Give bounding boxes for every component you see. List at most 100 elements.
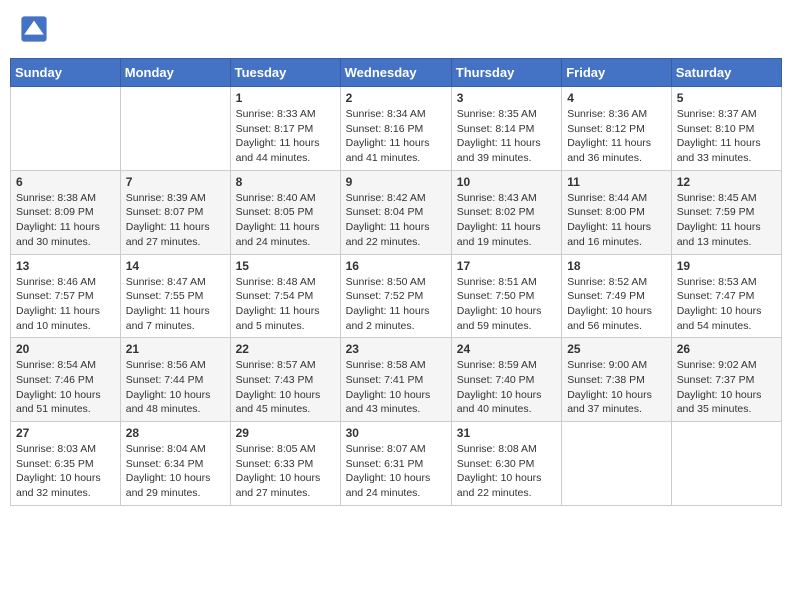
calendar-cell: 8 Sunrise: 8:40 AM Sunset: 8:05 PM Daylig…	[230, 170, 340, 254]
calendar-cell: 23 Sunrise: 8:58 AM Sunset: 7:41 PM Dayli…	[340, 338, 451, 422]
day-info: Sunrise: 8:59 AM Sunset: 7:40 PM Dayligh…	[457, 358, 556, 417]
calendar-cell: 3Sunrise: 8:35 AM Sunset: 8:14 PM Daylig…	[451, 87, 561, 171]
day-info: Sunrise: 8:54 AM Sunset: 7:46 PM Dayligh…	[16, 358, 115, 417]
calendar-cell: 1 Sunrise: 8:33 AM Sunset: 8:17 PM Daylig…	[230, 87, 340, 171]
calendar-cell: 18 Sunrise: 8:52 AM Sunset: 7:49 PM Dayli…	[562, 254, 672, 338]
calendar-cell: 15Sunrise: 8:48 AM Sunset: 7:54 PM Dayli…	[230, 254, 340, 338]
calendar-cell: 5 Sunrise: 8:37 AM Sunset: 8:10 PM Daylig…	[671, 87, 781, 171]
calendar-week-5: 27 Sunrise: 8:03 AM Sunset: 6:35 PM Dayli…	[11, 422, 782, 506]
calendar-cell: 27 Sunrise: 8:03 AM Sunset: 6:35 PM Dayli…	[11, 422, 121, 506]
header-cell-thursday: Thursday	[451, 59, 561, 87]
day-info: Sunrise: 9:00 AM Sunset: 7:38 PM Dayligh…	[567, 358, 666, 417]
day-number: 27	[16, 426, 115, 440]
calendar-cell: 9 Sunrise: 8:42 AM Sunset: 8:04 PM Daylig…	[340, 170, 451, 254]
day-info: Sunrise: 8:05 AM Sunset: 6:33 PM Dayligh…	[236, 442, 335, 501]
header-cell-friday: Friday	[562, 59, 672, 87]
calendar-cell	[11, 87, 121, 171]
day-number: 18	[567, 259, 666, 273]
calendar-cell: 17 Sunrise: 8:51 AM Sunset: 7:50 PM Dayli…	[451, 254, 561, 338]
day-number: 11	[567, 175, 666, 189]
day-number: 7	[126, 175, 225, 189]
day-info: Sunrise: 8:52 AM Sunset: 7:49 PM Dayligh…	[567, 275, 666, 334]
calendar-cell: 2 Sunrise: 8:34 AM Sunset: 8:16 PM Daylig…	[340, 87, 451, 171]
day-info: Sunrise: 9:02 AM Sunset: 7:37 PM Dayligh…	[677, 358, 776, 417]
day-number: 31	[457, 426, 556, 440]
day-number: 16	[346, 259, 446, 273]
day-info: Sunrise: 8:34 AM Sunset: 8:16 PM Dayligh…	[346, 107, 446, 166]
calendar-cell	[562, 422, 672, 506]
day-info: Sunrise: 8:44 AM Sunset: 8:00 PM Dayligh…	[567, 191, 666, 250]
calendar-cell: 11 Sunrise: 8:44 AM Sunset: 8:00 PM Dayli…	[562, 170, 672, 254]
day-info: Sunrise: 8:56 AM Sunset: 7:44 PM Dayligh…	[126, 358, 225, 417]
day-number: 23	[346, 342, 446, 356]
calendar-week-1: 1 Sunrise: 8:33 AM Sunset: 8:17 PM Daylig…	[11, 87, 782, 171]
day-number: 5	[677, 91, 776, 105]
logo	[20, 15, 52, 43]
day-number: 29	[236, 426, 335, 440]
calendar-cell: 12Sunrise: 8:45 AM Sunset: 7:59 PM Dayli…	[671, 170, 781, 254]
calendar-cell: 28 Sunrise: 8:04 AM Sunset: 6:34 PM Dayli…	[120, 422, 230, 506]
day-number: 1	[236, 91, 335, 105]
calendar-week-3: 13 Sunrise: 8:46 AM Sunset: 7:57 PM Dayli…	[11, 254, 782, 338]
day-info: Sunrise: 8:46 AM Sunset: 7:57 PM Dayligh…	[16, 275, 115, 334]
calendar-cell: 31Sunrise: 8:08 AM Sunset: 6:30 PM Dayli…	[451, 422, 561, 506]
calendar-cell: 24 Sunrise: 8:59 AM Sunset: 7:40 PM Dayli…	[451, 338, 561, 422]
calendar-cell: 19 Sunrise: 8:53 AM Sunset: 7:47 PM Dayli…	[671, 254, 781, 338]
day-number: 14	[126, 259, 225, 273]
calendar-cell: 20 Sunrise: 8:54 AM Sunset: 7:46 PM Dayli…	[11, 338, 121, 422]
calendar-cell: 7 Sunrise: 8:39 AM Sunset: 8:07 PM Daylig…	[120, 170, 230, 254]
calendar-cell: 21 Sunrise: 8:56 AM Sunset: 7:44 PM Dayli…	[120, 338, 230, 422]
header-cell-tuesday: Tuesday	[230, 59, 340, 87]
calendar-cell: 6Sunrise: 8:38 AM Sunset: 8:09 PM Daylig…	[11, 170, 121, 254]
day-number: 13	[16, 259, 115, 273]
header-cell-wednesday: Wednesday	[340, 59, 451, 87]
day-info: Sunrise: 8:43 AM Sunset: 8:02 PM Dayligh…	[457, 191, 556, 250]
day-info: Sunrise: 8:57 AM Sunset: 7:43 PM Dayligh…	[236, 358, 335, 417]
calendar-cell: 13 Sunrise: 8:46 AM Sunset: 7:57 PM Dayli…	[11, 254, 121, 338]
calendar-cell: 26 Sunrise: 9:02 AM Sunset: 7:37 PM Dayli…	[671, 338, 781, 422]
day-number: 3	[457, 91, 556, 105]
day-number: 24	[457, 342, 556, 356]
day-info: Sunrise: 8:42 AM Sunset: 8:04 PM Dayligh…	[346, 191, 446, 250]
calendar-week-4: 20 Sunrise: 8:54 AM Sunset: 7:46 PM Dayli…	[11, 338, 782, 422]
calendar-cell: 14 Sunrise: 8:47 AM Sunset: 7:55 PM Dayli…	[120, 254, 230, 338]
day-number: 2	[346, 91, 446, 105]
calendar-table: SundayMondayTuesdayWednesdayThursdayFrid…	[10, 58, 782, 506]
day-info: Sunrise: 8:03 AM Sunset: 6:35 PM Dayligh…	[16, 442, 115, 501]
day-info: Sunrise: 8:37 AM Sunset: 8:10 PM Dayligh…	[677, 107, 776, 166]
day-info: Sunrise: 8:04 AM Sunset: 6:34 PM Dayligh…	[126, 442, 225, 501]
day-number: 8	[236, 175, 335, 189]
header-cell-saturday: Saturday	[671, 59, 781, 87]
header-cell-sunday: Sunday	[11, 59, 121, 87]
day-info: Sunrise: 8:53 AM Sunset: 7:47 PM Dayligh…	[677, 275, 776, 334]
day-number: 30	[346, 426, 446, 440]
day-number: 9	[346, 175, 446, 189]
day-info: Sunrise: 8:33 AM Sunset: 8:17 PM Dayligh…	[236, 107, 335, 166]
day-number: 12	[677, 175, 776, 189]
day-number: 20	[16, 342, 115, 356]
calendar-cell: 22 Sunrise: 8:57 AM Sunset: 7:43 PM Dayli…	[230, 338, 340, 422]
day-info: Sunrise: 8:50 AM Sunset: 7:52 PM Dayligh…	[346, 275, 446, 334]
calendar-week-2: 6Sunrise: 8:38 AM Sunset: 8:09 PM Daylig…	[11, 170, 782, 254]
calendar-cell: 16 Sunrise: 8:50 AM Sunset: 7:52 PM Dayli…	[340, 254, 451, 338]
day-number: 26	[677, 342, 776, 356]
day-info: Sunrise: 8:51 AM Sunset: 7:50 PM Dayligh…	[457, 275, 556, 334]
day-number: 19	[677, 259, 776, 273]
day-info: Sunrise: 8:47 AM Sunset: 7:55 PM Dayligh…	[126, 275, 225, 334]
day-info: Sunrise: 8:58 AM Sunset: 7:41 PM Dayligh…	[346, 358, 446, 417]
page-header	[10, 10, 782, 48]
day-number: 28	[126, 426, 225, 440]
day-info: Sunrise: 8:07 AM Sunset: 6:31 PM Dayligh…	[346, 442, 446, 501]
day-number: 10	[457, 175, 556, 189]
header-cell-monday: Monday	[120, 59, 230, 87]
day-info: Sunrise: 8:40 AM Sunset: 8:05 PM Dayligh…	[236, 191, 335, 250]
day-number: 15	[236, 259, 335, 273]
logo-icon	[20, 15, 48, 43]
day-number: 22	[236, 342, 335, 356]
day-info: Sunrise: 8:39 AM Sunset: 8:07 PM Dayligh…	[126, 191, 225, 250]
calendar-header: SundayMondayTuesdayWednesdayThursdayFrid…	[11, 59, 782, 87]
calendar-body: 1 Sunrise: 8:33 AM Sunset: 8:17 PM Daylig…	[11, 87, 782, 506]
day-number: 21	[126, 342, 225, 356]
day-number: 17	[457, 259, 556, 273]
calendar-cell: 4Sunrise: 8:36 AM Sunset: 8:12 PM Daylig…	[562, 87, 672, 171]
